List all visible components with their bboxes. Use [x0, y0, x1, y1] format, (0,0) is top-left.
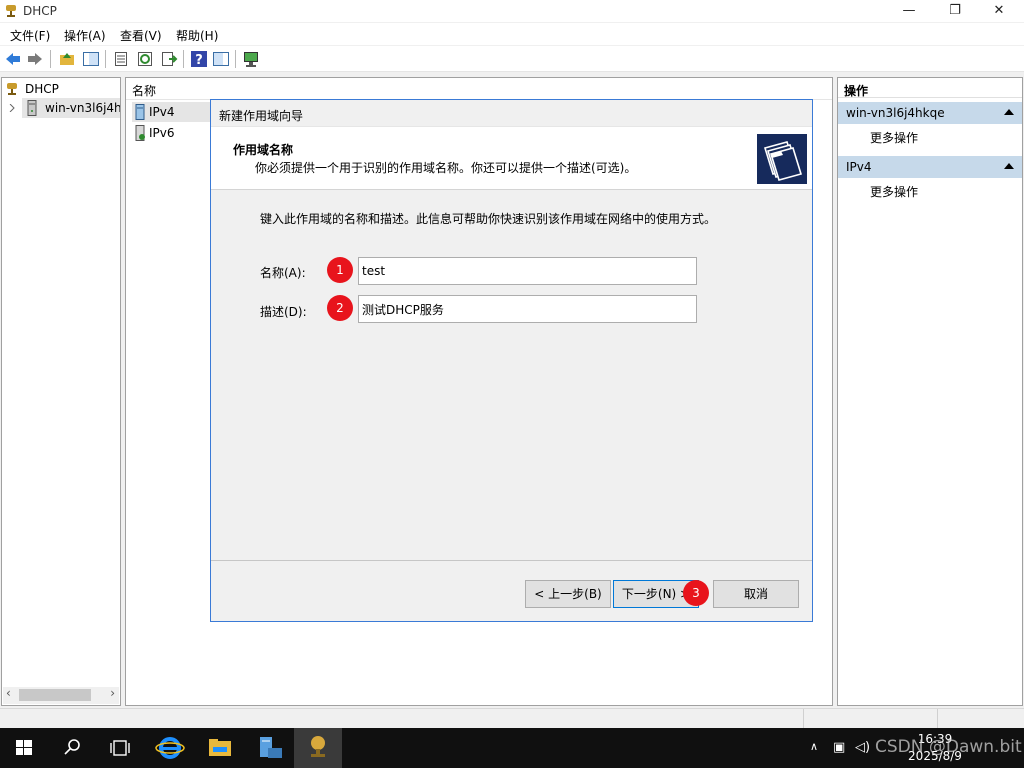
actions-more-server[interactable]: 更多操作 — [870, 129, 918, 146]
close-button[interactable]: ✕ — [976, 0, 1022, 22]
tree-label-server: win-vn3l6j4hl — [45, 101, 120, 115]
console-tree-pane: DHCP win-vn3l6j4hl ‹ › — [1, 77, 121, 706]
csdn-watermark: CSDN @Dawn.bit — [875, 737, 1022, 757]
svg-text:?: ? — [195, 53, 203, 68]
actions-section-server[interactable]: win-vn3l6j4hkqe — [838, 102, 1022, 124]
minimize-button[interactable]: — — [886, 0, 932, 22]
menu-help[interactable]: 帮助(H) — [176, 27, 218, 44]
scope-name-input[interactable] — [358, 257, 697, 285]
step-badge-1: 1 — [327, 257, 353, 283]
dhcp-icon — [7, 83, 17, 95]
collapse-triangle-icon[interactable] — [1004, 109, 1014, 115]
dhcp-taskbar-icon[interactable] — [294, 728, 342, 768]
show-hide-tree-icon[interactable] — [82, 50, 100, 68]
forward-arrow-icon[interactable] — [26, 50, 44, 68]
search-icon[interactable] — [48, 728, 96, 768]
column-header-name[interactable]: 名称 — [132, 82, 156, 99]
volume-icon[interactable]: ◁) — [855, 740, 870, 755]
menu-action[interactable]: 操作(A) — [64, 27, 106, 44]
scroll-right-icon[interactable]: › — [110, 686, 115, 700]
internet-explorer-icon[interactable] — [146, 728, 194, 768]
tree-horizontal-scrollbar[interactable]: ‹ › — [3, 686, 119, 704]
description-label: 描述(D): — [260, 305, 307, 319]
wizard-subheading: 你必须提供一个用于识别的作用域名称。你还可以提供一个描述(可选)。 — [255, 161, 637, 175]
scrollbar-thumb[interactable] — [19, 689, 91, 701]
menu-file[interactable]: 文件(F) — [10, 27, 50, 44]
actions-section-server-label: win-vn3l6j4hkqe — [846, 106, 945, 120]
scroll-left-icon[interactable]: ‹ — [6, 686, 11, 700]
list-item-ipv4[interactable]: IPv4 — [132, 102, 212, 122]
task-view-icon[interactable] — [96, 728, 144, 768]
network-icon[interactable]: ▣ — [833, 740, 845, 755]
tree-item-server[interactable]: win-vn3l6j4hl — [9, 98, 120, 118]
start-windows-icon[interactable] — [0, 728, 48, 768]
back-arrow-icon[interactable] — [4, 50, 22, 68]
wizard-divider — [211, 560, 812, 561]
tray-overflow-icon[interactable]: ∧ — [810, 740, 818, 753]
ipv4-icon — [135, 104, 145, 120]
export-list-icon[interactable] — [160, 50, 178, 68]
name-label: 名称(A): — [260, 266, 306, 280]
back-button[interactable]: < 上一步(B) — [525, 580, 611, 608]
cancel-button[interactable]: 取消 — [713, 580, 799, 608]
file-explorer-icon[interactable] — [196, 728, 244, 768]
list-item-ipv6[interactable]: IPv6 — [132, 123, 212, 143]
scope-description-input[interactable] — [358, 295, 697, 323]
dhcp-app-icon — [6, 5, 16, 17]
server-monitor-icon[interactable] — [242, 50, 260, 68]
maximize-button[interactable]: ❐ — [932, 0, 978, 22]
up-folder-icon[interactable] — [58, 50, 76, 68]
actions-more-ipv4-label: 更多操作 — [870, 185, 919, 199]
taskbar: ∧ ▣ ◁) 16:39 2025/8/9 — [0, 728, 1024, 768]
menu-bar: 文件(F) 操作(A) 查看(V) 帮助(H) — [0, 23, 1024, 45]
actions-more-server-label: 更多操作 — [870, 131, 919, 145]
server-icon — [27, 100, 37, 116]
refresh-icon[interactable] — [136, 50, 154, 68]
ipv6-icon — [135, 125, 145, 141]
server-manager-icon[interactable] — [246, 728, 294, 768]
tree-label-dhcp: DHCP — [25, 82, 59, 96]
status-bar — [0, 708, 1024, 728]
window-title: DHCP — [23, 4, 57, 18]
toolbar: ? — [0, 46, 1024, 72]
show-hide-action-pane-icon[interactable] — [212, 50, 230, 68]
actions-section-ipv4-label: IPv4 — [846, 160, 872, 174]
wizard-header: 作用域名称 你必须提供一个用于识别的作用域名称。你还可以提供一个描述(可选)。 — [211, 126, 812, 190]
actions-header: 操作 — [838, 78, 1022, 98]
actions-more-ipv4[interactable]: 更多操作 — [870, 183, 918, 200]
collapse-triangle-icon[interactable] — [1004, 163, 1014, 169]
actions-pane: 操作 win-vn3l6j4hkqe 更多操作 IPv4 更多操作 — [837, 77, 1023, 706]
wizard-description: 键入此作用域的名称和描述。此信息可帮助你快速识别该作用域在网络中的使用方式。 — [260, 212, 717, 226]
wizard-title: 新建作用域向导 — [219, 109, 304, 123]
new-scope-wizard-dialog: 新建作用域向导 作用域名称 你必须提供一个用于识别的作用域名称。你还可以提供一个… — [210, 99, 813, 622]
properties-icon[interactable] — [112, 50, 130, 68]
list-label-ipv4: IPv4 — [149, 105, 175, 119]
list-header: 名称 — [126, 78, 832, 100]
wizard-heading: 作用域名称 — [233, 143, 294, 157]
expand-chevron-icon[interactable] — [8, 104, 16, 112]
menu-view[interactable]: 查看(V) — [120, 27, 162, 44]
list-label-ipv6: IPv6 — [149, 126, 175, 140]
help-icon[interactable]: ? — [190, 50, 208, 68]
step-badge-2: 2 — [327, 295, 353, 321]
step-badge-3: 3 — [683, 580, 709, 606]
actions-section-ipv4[interactable]: IPv4 — [838, 156, 1022, 178]
title-bar: DHCP — ❐ ✕ — [0, 0, 1024, 22]
wizard-folders-icon — [757, 134, 807, 184]
